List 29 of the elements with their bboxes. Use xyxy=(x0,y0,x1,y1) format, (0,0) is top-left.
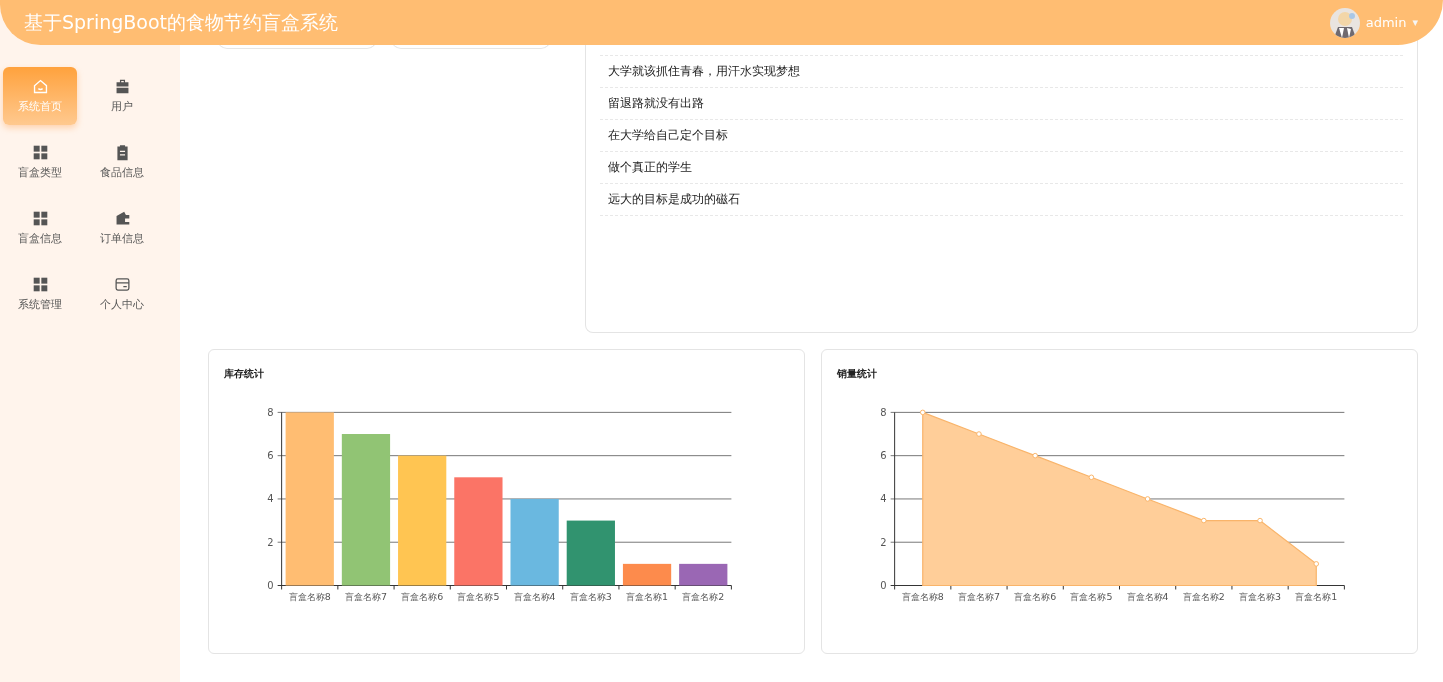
axis-label: 盲盒名称7 xyxy=(344,591,387,603)
axis-label: 盲盒名称5 xyxy=(1070,591,1113,603)
axis-label: 盲盒名称4 xyxy=(1126,591,1169,603)
axis-label: 2 xyxy=(880,536,887,548)
axis-label: 盲盒名称6 xyxy=(1014,591,1057,603)
axis-label: 6 xyxy=(267,450,274,462)
axis-label: 4 xyxy=(880,493,887,505)
axis-label: 盲盒名称1 xyxy=(1295,591,1338,603)
chart-title: 销量统计 xyxy=(837,367,877,381)
axis-label: 8 xyxy=(267,406,274,418)
axis-label: 盲盒名称7 xyxy=(957,591,1000,603)
axis-label: 盲盒名称5 xyxy=(457,591,500,603)
axis-label: 2 xyxy=(267,536,274,548)
chart-title: 库存统计 xyxy=(224,367,264,381)
axis-label: 0 xyxy=(267,580,274,591)
axis-label: 盲盒名称3 xyxy=(569,591,612,603)
axis-label: 盲盒名称8 xyxy=(288,591,331,603)
axis-label: 8 xyxy=(880,406,887,418)
axis-label: 盲盒名称2 xyxy=(1182,591,1225,603)
axis-label: 盲盒名称6 xyxy=(401,591,444,603)
app-title: 基于SpringBoot的食物节约盲盒系统 xyxy=(24,9,339,35)
axis-label: 6 xyxy=(880,450,887,462)
axis-label: 盲盒名称4 xyxy=(513,591,556,603)
axis-label: 盲盒名称3 xyxy=(1239,591,1282,603)
axis-label: 盲盒名称1 xyxy=(626,591,669,603)
axis-label: 0 xyxy=(880,580,887,591)
axis-label: 盲盒名称8 xyxy=(901,591,944,603)
axis-label: 4 xyxy=(267,493,274,505)
axis-label: 盲盒名称2 xyxy=(682,591,725,603)
